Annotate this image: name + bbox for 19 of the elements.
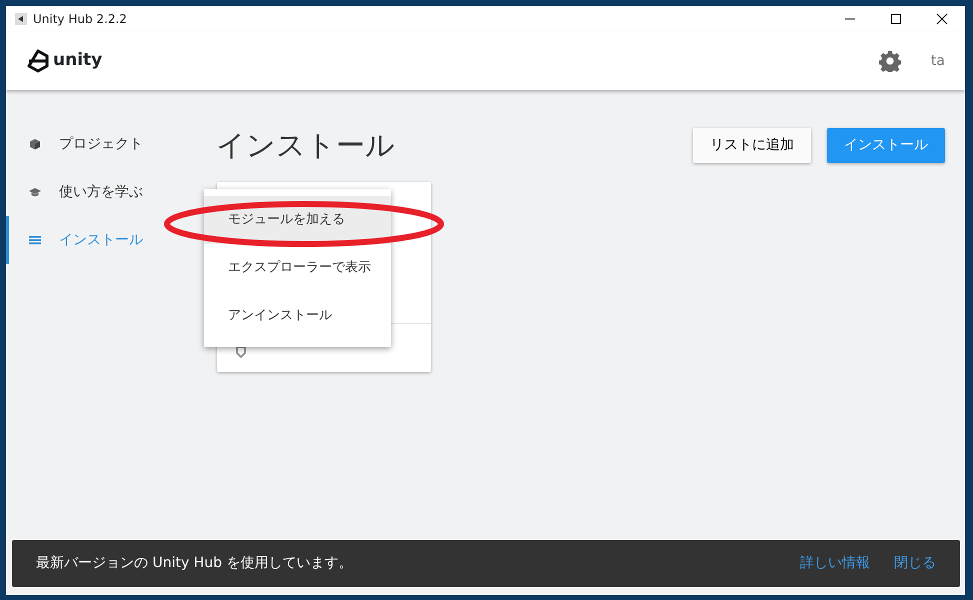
shield-icon	[236, 346, 246, 358]
notification-message: 最新バージョンの Unity Hub を使用しています。	[36, 554, 352, 573]
cube-icon	[29, 138, 41, 150]
window-title: Unity Hub 2.2.2	[33, 11, 127, 28]
sidebar-item[interactable]: 使い方を学ぶ	[6, 168, 204, 216]
user-initials[interactable]: ta	[930, 50, 945, 72]
sidebar-item[interactable]: プロジェクト	[6, 120, 204, 168]
notification-link[interactable]: 閉じる	[894, 553, 936, 574]
graduation-cap-icon	[29, 186, 41, 198]
menu-item[interactable]: アンインストール	[204, 292, 391, 340]
add-button[interactable]: リストに追加	[693, 128, 811, 163]
logo-icon	[26, 49, 50, 73]
list-icon	[29, 234, 41, 246]
page-title: インストール	[216, 127, 395, 164]
app-icon	[15, 13, 27, 25]
menu-item[interactable]: エクスプローラーで表示	[204, 244, 391, 292]
settings-icon[interactable]	[878, 50, 901, 72]
notification-link[interactable]: 詳しい情報	[800, 553, 870, 574]
logo-text: unity	[53, 49, 102, 72]
